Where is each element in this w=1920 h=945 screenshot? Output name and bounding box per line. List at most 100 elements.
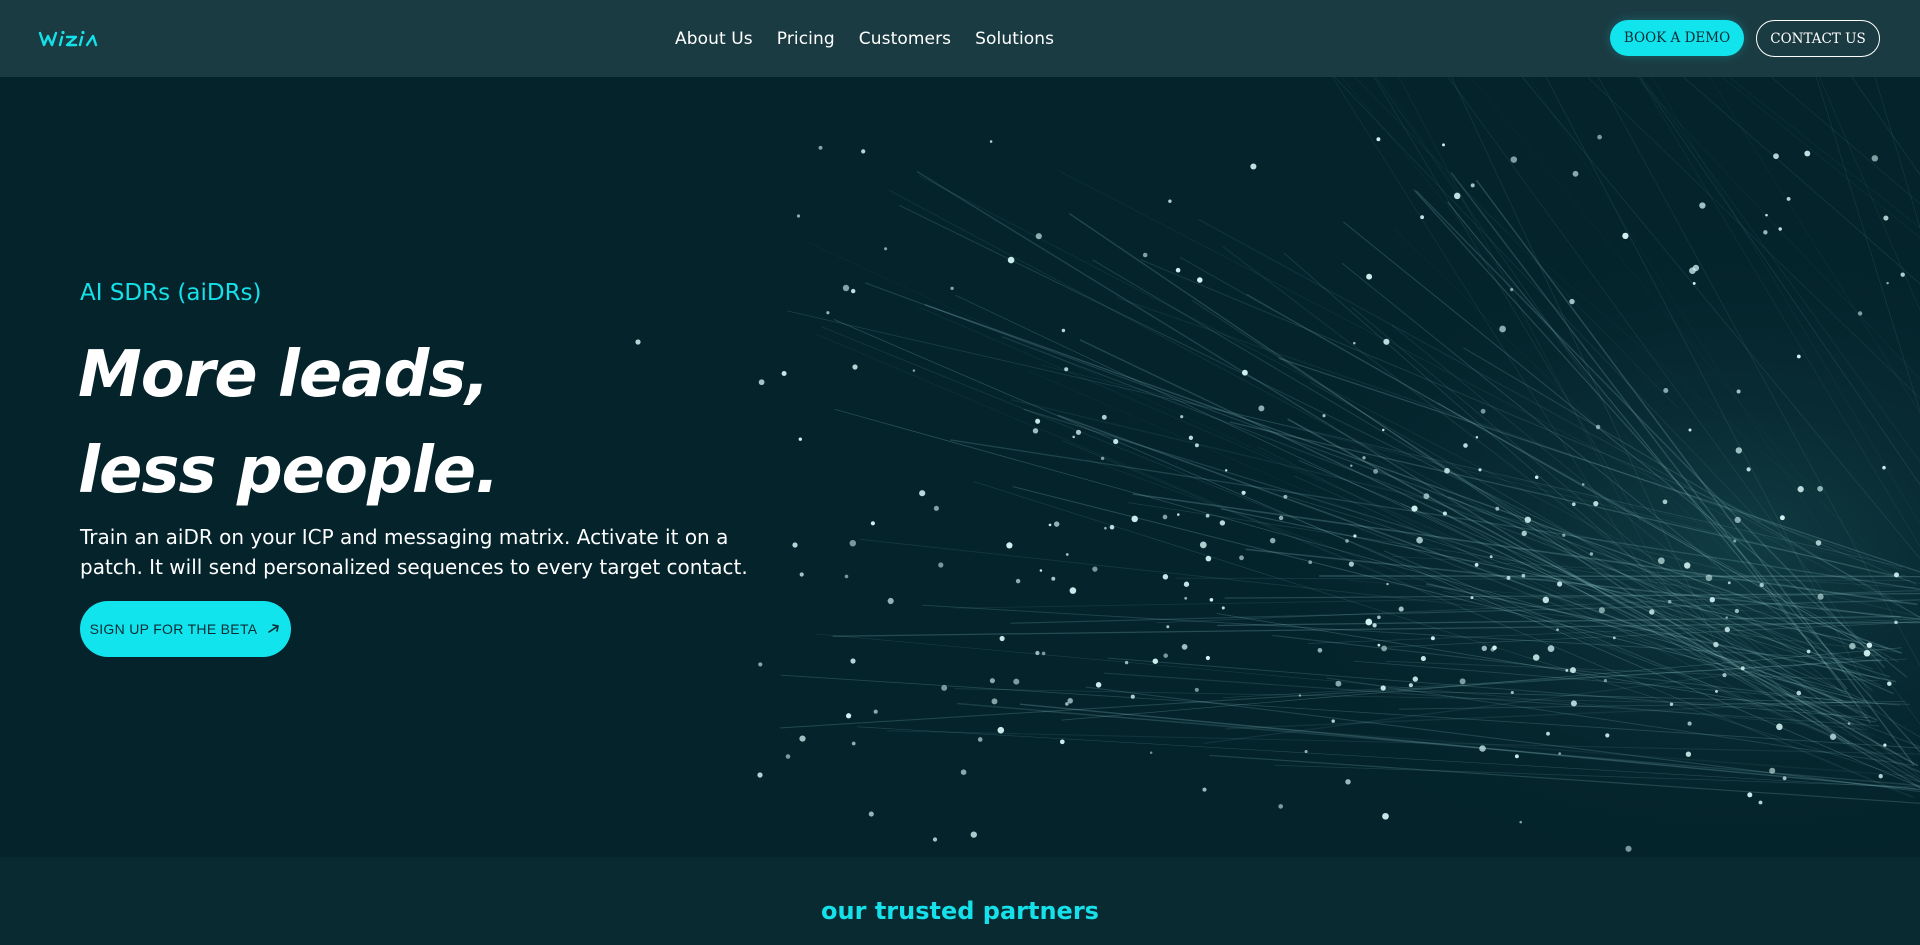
network-dot: [1815, 540, 1822, 546]
network-dot: [1376, 137, 1381, 142]
network-dot: [933, 505, 939, 511]
network-dot: [1322, 414, 1326, 418]
network-dot: [1727, 581, 1731, 585]
network-dot: [1871, 155, 1879, 162]
network-dot: [989, 678, 995, 684]
network-dot: [1572, 170, 1579, 177]
network-dot: [1184, 596, 1188, 600]
network-dot: [1188, 435, 1194, 440]
nav-link-solutions[interactable]: Solutions: [975, 29, 1054, 49]
network-dot: [1007, 256, 1015, 264]
network-dot: [1495, 506, 1500, 511]
network-dot: [1183, 581, 1190, 587]
network-dot: [1065, 702, 1069, 706]
network-dot: [1065, 553, 1069, 556]
sign-up-beta-button[interactable]: SIGN UP FOR THE BETA: [80, 601, 291, 657]
network-dot: [1510, 288, 1514, 292]
network-dot: [1478, 468, 1482, 472]
network-dot: [1366, 273, 1373, 280]
network-dot: [1032, 428, 1039, 434]
network-dot: [758, 662, 763, 667]
network-dot: [1481, 645, 1487, 651]
network-dot: [1039, 569, 1043, 572]
book-demo-button[interactable]: BOOK A DEMO: [1610, 20, 1744, 56]
headline-line-1: More leads,: [78, 338, 490, 412]
network-dot: [1350, 464, 1353, 467]
nav-link-pricing[interactable]: Pricing: [777, 29, 835, 49]
partners-section: our trusted partners: [0, 857, 1920, 945]
network-dot: [1202, 787, 1207, 792]
network-dot: [1383, 338, 1390, 345]
network-dot: [1372, 623, 1377, 628]
network-dot: [887, 597, 894, 605]
network-dot: [1411, 505, 1418, 512]
network-dot: [989, 140, 993, 143]
network-dot: [1092, 566, 1098, 572]
network-dot: [1075, 429, 1082, 435]
network-dot: [1765, 213, 1768, 217]
network-dot: [1221, 606, 1225, 610]
network-dot: [1499, 325, 1506, 333]
network-dot: [1878, 774, 1883, 779]
network-dot: [1006, 542, 1013, 549]
network-dot: [1377, 643, 1381, 647]
network-dot: [1258, 405, 1265, 412]
network-dot: [1796, 690, 1802, 696]
network-dot: [1041, 651, 1046, 656]
network-dot: [1746, 467, 1751, 472]
network-dot: [861, 149, 866, 154]
network-dot: [796, 214, 801, 218]
network-dot: [1131, 515, 1138, 523]
network-dot: [1035, 233, 1042, 240]
network-dot: [1747, 792, 1753, 798]
network-dot: [1817, 593, 1824, 600]
network-dot: [1829, 733, 1837, 740]
logo[interactable]: [38, 25, 104, 51]
partners-title: our trusted partners: [821, 897, 1099, 925]
network-dot: [1035, 650, 1040, 656]
network-dot: [1149, 751, 1153, 754]
sign-up-beta-label: SIGN UP FOR THE BETA: [89, 621, 258, 637]
network-dot: [1556, 628, 1559, 632]
network-dot: [950, 286, 954, 291]
network-dot: [1348, 561, 1355, 567]
network-dot: [1779, 515, 1785, 521]
network-dot: [1883, 215, 1889, 221]
network-dot: [1817, 485, 1823, 492]
network-dot: [1715, 689, 1718, 693]
network-dot: [1782, 776, 1787, 781]
network-dot: [799, 572, 804, 577]
network-dot: [1571, 502, 1576, 507]
network-dot: [1194, 687, 1199, 692]
network-dot: [1241, 490, 1246, 495]
nav-link-customers[interactable]: Customers: [859, 29, 951, 49]
network-dot: [1382, 812, 1389, 820]
network-dot: [938, 562, 944, 568]
network-dot: [1219, 520, 1226, 526]
network-dot: [1773, 153, 1779, 160]
network-dot: [1547, 645, 1555, 652]
network-dot: [1709, 597, 1715, 603]
network-dot: [1048, 523, 1052, 527]
network-dot: [1377, 615, 1381, 620]
network-dot: [1420, 656, 1426, 662]
network-dot: [1521, 530, 1527, 537]
network-dot: [919, 490, 926, 497]
arrow-up-right-icon: [268, 624, 280, 633]
network-dot: [1479, 745, 1486, 752]
network-dot: [868, 811, 874, 817]
network-dot: [1595, 424, 1601, 430]
site-header: About Us Pricing Customers Solutions BOO…: [0, 0, 1920, 77]
network-dot: [1894, 620, 1898, 625]
network-dot: [1562, 533, 1566, 537]
network-dot: [970, 831, 977, 838]
network-dot: [1796, 354, 1801, 359]
network-dot: [1013, 678, 1020, 685]
network-dot: [1250, 163, 1257, 170]
network-dot: [1194, 443, 1199, 448]
network-dot: [1722, 673, 1727, 678]
contact-us-button[interactable]: CONTACT US: [1756, 20, 1880, 57]
network-dot: [1278, 804, 1284, 809]
network-dot: [912, 369, 916, 372]
nav-link-about-us[interactable]: About Us: [675, 29, 753, 49]
